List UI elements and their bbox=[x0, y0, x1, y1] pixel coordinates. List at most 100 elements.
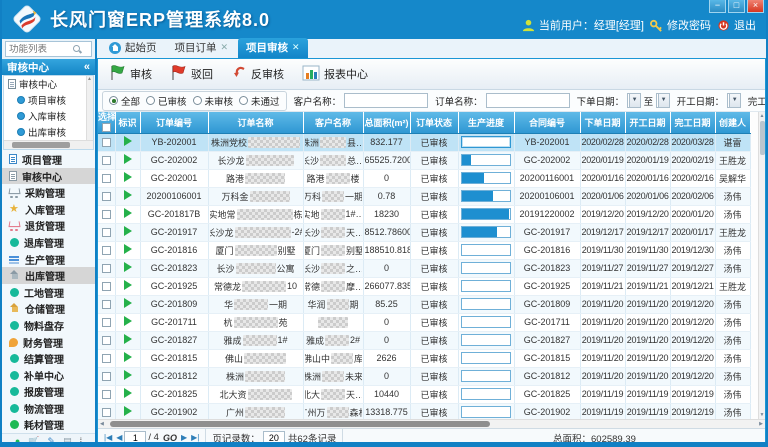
table-row[interactable]: GC-201809华一期华润期85.25已审核GC-2018092019/11/… bbox=[98, 295, 750, 313]
table-row[interactable]: GC-202001路港路港楼0已审核202001160012020/01/162… bbox=[98, 169, 750, 187]
tab-项目审核[interactable]: 项目审核✕ bbox=[238, 38, 308, 58]
radio-已审核[interactable]: 已审核 bbox=[146, 94, 187, 108]
row-checkbox[interactable] bbox=[102, 336, 111, 345]
function-search-input[interactable] bbox=[9, 44, 73, 55]
close-tab-icon[interactable]: ✕ bbox=[292, 43, 300, 52]
row-checkbox[interactable] bbox=[102, 354, 111, 363]
sidebar-item-结算管理[interactable]: 结算管理 bbox=[2, 350, 95, 367]
go-button[interactable]: GO bbox=[163, 433, 177, 443]
row-checkbox[interactable] bbox=[102, 408, 111, 417]
row-checkbox[interactable] bbox=[102, 318, 111, 327]
row-checkbox[interactable] bbox=[102, 192, 111, 201]
doc-icon[interactable]: ▤ bbox=[63, 436, 72, 446]
sidebar-item-采购管理[interactable]: 采购管理 bbox=[2, 184, 95, 201]
table-row[interactable]: GC-201817B实地常栋实地1#…18230已审核2019122000220… bbox=[98, 205, 750, 223]
sidebar-item-报废管理[interactable]: 报废管理 bbox=[2, 383, 95, 400]
row-checkbox[interactable] bbox=[102, 372, 111, 381]
tree-item-2[interactable]: 出库审核 bbox=[4, 124, 93, 140]
page-number-input[interactable] bbox=[124, 431, 146, 444]
logout-button[interactable]: 退出 bbox=[717, 17, 756, 33]
sidebar-item-仓储管理[interactable]: 仓储管理 bbox=[2, 301, 95, 318]
radio-全部[interactable]: 全部 bbox=[109, 94, 140, 108]
column-header-合同编号[interactable]: 合同编号 bbox=[514, 112, 580, 133]
row-checkbox[interactable] bbox=[102, 156, 111, 165]
tree-horizontal-scrollbar[interactable] bbox=[4, 140, 93, 149]
sidebar-item-入库管理[interactable]: 入库管理 bbox=[2, 201, 95, 218]
close-button[interactable]: × bbox=[747, 0, 764, 13]
dot-green-icon[interactable]: ● bbox=[15, 436, 20, 446]
sidebar-item-物流管理[interactable]: 物流管理 bbox=[2, 400, 95, 417]
tree-item-0[interactable]: 项目审核 bbox=[4, 92, 93, 108]
tab-起始页[interactable]: 起始页 bbox=[101, 38, 165, 58]
sidebar-item-出库管理[interactable]: 出库管理 bbox=[2, 267, 95, 284]
column-header-订单状态[interactable]: 订单状态 bbox=[410, 112, 458, 133]
column-header-标识[interactable]: 标识 bbox=[115, 112, 140, 133]
table-row[interactable]: GC-201816厦门别墅厦门别墅188510.818已审核GC-2018162… bbox=[98, 241, 750, 259]
chevron-down-icon[interactable]: ▼ bbox=[658, 94, 669, 107]
page-size-input[interactable] bbox=[263, 431, 285, 444]
table-row[interactable]: GC-201711杭苑0已审核GC-2017112019/11/202019/1… bbox=[98, 313, 750, 331]
table-row[interactable]: GC-201812株洲株洲未来0已审核GC-2018122019/11/2020… bbox=[98, 367, 750, 385]
column-header-创建人[interactable]: 创建人 bbox=[715, 112, 750, 133]
row-checkbox[interactable] bbox=[102, 228, 111, 237]
column-header-选择[interactable]: 选择 bbox=[98, 112, 115, 133]
sidebar-item-审核中心[interactable]: 审核中心 bbox=[2, 168, 95, 185]
scrollbar-thumb[interactable] bbox=[760, 121, 765, 155]
last-page-button[interactable]: ▶| bbox=[189, 433, 201, 442]
table-row[interactable]: YB-202001株洲党校株洲县…832.177已审核YB-2020012020… bbox=[98, 133, 750, 151]
row-checkbox[interactable] bbox=[102, 174, 111, 183]
order-date-to-picker[interactable]: / /▼ bbox=[656, 93, 670, 108]
radio-未通过[interactable]: 未通过 bbox=[239, 94, 280, 108]
row-checkbox[interactable] bbox=[102, 138, 111, 147]
cart-icon[interactable]: 🛒 bbox=[28, 436, 39, 446]
sidebar-item-补单中心[interactable]: 补单中心 bbox=[2, 367, 95, 384]
next-page-button[interactable]: ▶ bbox=[179, 433, 189, 442]
minimize-button[interactable]: − bbox=[709, 0, 726, 13]
column-header-订单编号[interactable]: 订单编号 bbox=[140, 112, 208, 133]
tree-item-1[interactable]: 入库审核 bbox=[4, 108, 93, 124]
table-row[interactable]: GC-201917长沙龙-2#长沙天…8512.78600…已审核GC-2019… bbox=[98, 223, 750, 241]
tab-项目订单[interactable]: 项目订单✕ bbox=[167, 38, 237, 58]
table-vertical-scrollbar[interactable]: ▲ ▼ bbox=[758, 112, 765, 419]
table-row[interactable]: GC-201823长沙公寓长沙之…0已审核GC-2018232019/11/27… bbox=[98, 259, 750, 277]
row-checkbox[interactable] bbox=[102, 282, 111, 291]
row-checkbox[interactable] bbox=[102, 210, 111, 219]
table-row[interactable]: GC-201827雅成1#雅成2#0已审核GC-2018272019/11/20… bbox=[98, 331, 750, 349]
column-header-完工日期[interactable]: 完工日期 bbox=[670, 112, 715, 133]
start-date-picker[interactable]: / /▼ bbox=[727, 93, 741, 108]
select-all-checkbox[interactable] bbox=[102, 123, 111, 132]
sidebar-item-耗材管理[interactable]: 耗材管理 bbox=[2, 417, 95, 434]
column-header-下单日期[interactable]: 下单日期 bbox=[580, 112, 625, 133]
order-date-from-picker[interactable]: / /▼ bbox=[627, 93, 641, 108]
table-row[interactable]: GC-201815佛山佛山中库2626已审核GC-2018152019/11/2… bbox=[98, 349, 750, 367]
column-header-生产进度[interactable]: 生产进度 bbox=[458, 112, 514, 133]
tree-vertical-scrollbar[interactable]: ▲▼ bbox=[86, 76, 93, 148]
table-horizontal-scrollbar[interactable]: ◀ ▶ bbox=[98, 419, 765, 428]
column-header-开工日期[interactable]: 开工日期 bbox=[625, 112, 670, 133]
table-row[interactable]: GC-201925常德龙10常德摩…266077.835…已审核GC-20192… bbox=[98, 277, 750, 295]
prev-page-button[interactable]: ◀ bbox=[114, 433, 124, 442]
column-header-订单名称[interactable]: 订单名称 bbox=[208, 112, 303, 133]
chevron-down-icon[interactable]: ▼ bbox=[729, 94, 740, 107]
change-password-button[interactable]: 修改密码 bbox=[650, 17, 711, 33]
sidebar-item-项目管理[interactable]: 项目管理 bbox=[2, 151, 95, 168]
collapse-icon[interactable]: « bbox=[84, 61, 90, 73]
order-name-input[interactable] bbox=[486, 93, 570, 108]
row-checkbox[interactable] bbox=[102, 390, 111, 399]
chevron-down-icon[interactable]: ▼ bbox=[629, 94, 640, 107]
column-header-总面积(m²)[interactable]: 总面积(m²) bbox=[363, 112, 410, 133]
column-header-客户名称[interactable]: 客户名称 bbox=[303, 112, 363, 133]
table-row[interactable]: GC-201902广州广州万森林13318.775已审核GC-201902201… bbox=[98, 403, 750, 419]
sidebar-item-财务管理[interactable]: 财务管理 bbox=[2, 334, 95, 351]
sidebar-item-生产管理[interactable]: 生产管理 bbox=[2, 251, 95, 268]
tree-root-audit-center[interactable]: 审核中心 bbox=[4, 76, 93, 92]
radio-未审核[interactable]: 未审核 bbox=[193, 94, 234, 108]
table-row[interactable]: GC-201825北大资北大天…10440已审核GC-2018252019/11… bbox=[98, 385, 750, 403]
customer-name-input[interactable] bbox=[344, 93, 428, 108]
first-page-button[interactable]: |◀ bbox=[102, 433, 114, 442]
反审核-button[interactable]: 反审核 bbox=[226, 61, 293, 88]
驳回-button[interactable]: 驳回 bbox=[165, 60, 222, 88]
scrollbar-thumb[interactable] bbox=[110, 421, 490, 427]
审核-button[interactable]: 审核 bbox=[104, 60, 161, 88]
row-checkbox[interactable] bbox=[102, 246, 111, 255]
